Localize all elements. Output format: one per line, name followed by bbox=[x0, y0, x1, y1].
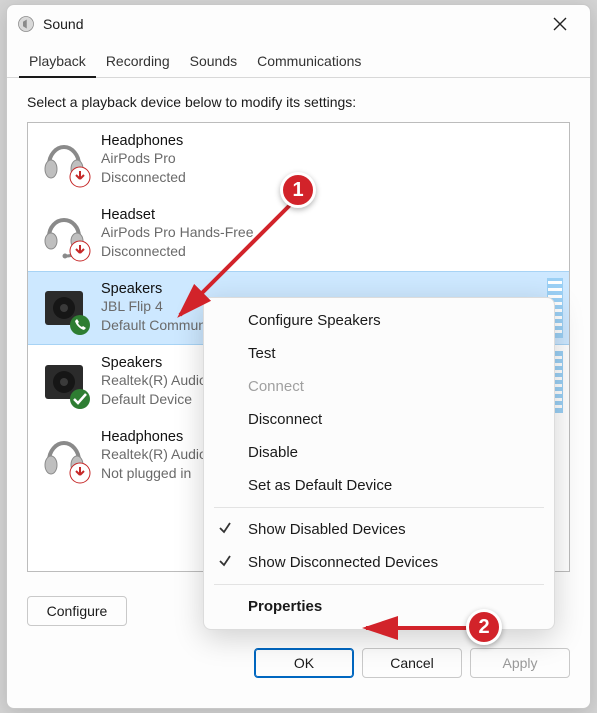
menu-separator bbox=[214, 507, 544, 508]
prompt-text: Select a playback device below to modify… bbox=[27, 94, 570, 110]
device-line2: Realtek(R) Audio bbox=[101, 371, 207, 390]
device-name: Headphones bbox=[101, 133, 186, 149]
menu-separator bbox=[214, 584, 544, 585]
context-menu: Configure Speakers Test Connect Disconne… bbox=[203, 297, 555, 630]
headset-icon bbox=[36, 207, 91, 262]
menu-label: Show Disabled Devices bbox=[248, 521, 406, 538]
titlebar: Sound bbox=[7, 5, 590, 43]
dialog-buttons: OK Cancel Apply bbox=[7, 630, 590, 692]
device-line3: Disconnected bbox=[101, 242, 254, 261]
annotation-badge-2: 2 bbox=[466, 609, 502, 645]
menu-configure-speakers[interactable]: Configure Speakers bbox=[204, 304, 554, 337]
status-phone-icon bbox=[69, 314, 91, 336]
status-down-icon bbox=[69, 462, 91, 484]
check-icon bbox=[218, 521, 232, 539]
menu-test[interactable]: Test bbox=[204, 337, 554, 370]
menu-label: Show Disconnected Devices bbox=[248, 554, 438, 571]
headphones-icon bbox=[36, 429, 91, 484]
menu-show-disconnected[interactable]: Show Disconnected Devices bbox=[204, 546, 554, 579]
device-name: Headphones bbox=[101, 429, 207, 445]
window-title: Sound bbox=[43, 16, 83, 32]
annotation-badge-1: 1 bbox=[280, 172, 316, 208]
status-down-icon bbox=[69, 166, 91, 188]
menu-properties[interactable]: Properties bbox=[204, 590, 554, 623]
tab-recording[interactable]: Recording bbox=[96, 47, 180, 77]
device-name: Speakers bbox=[101, 281, 247, 297]
configure-button[interactable]: Configure bbox=[27, 596, 127, 626]
device-name: Speakers bbox=[101, 355, 207, 371]
close-button[interactable] bbox=[540, 9, 580, 39]
menu-set-default-device[interactable]: Set as Default Device bbox=[204, 469, 554, 502]
menu-show-disabled[interactable]: Show Disabled Devices bbox=[204, 513, 554, 546]
device-line3: Not plugged in bbox=[101, 464, 207, 483]
tab-sounds[interactable]: Sounds bbox=[180, 47, 247, 77]
apply-button[interactable]: Apply bbox=[470, 648, 570, 678]
status-check-icon bbox=[69, 388, 91, 410]
device-line3: Default Device bbox=[101, 390, 207, 409]
device-name: Headset bbox=[101, 207, 254, 223]
status-down-icon bbox=[69, 240, 91, 262]
device-row[interactable]: Headset AirPods Pro Hands-Free Disconnec… bbox=[28, 197, 569, 271]
device-line2: AirPods Pro Hands-Free bbox=[101, 223, 254, 242]
check-icon bbox=[218, 554, 232, 572]
device-line2: AirPods Pro bbox=[101, 149, 186, 168]
ok-button[interactable]: OK bbox=[254, 648, 354, 678]
device-line3: Disconnected bbox=[101, 168, 186, 187]
headphones-icon bbox=[36, 133, 91, 188]
cancel-button[interactable]: Cancel bbox=[362, 648, 462, 678]
menu-disconnect[interactable]: Disconnect bbox=[204, 403, 554, 436]
menu-connect: Connect bbox=[204, 370, 554, 403]
speaker-icon bbox=[36, 355, 91, 410]
menu-disable[interactable]: Disable bbox=[204, 436, 554, 469]
device-line2: Realtek(R) Audio bbox=[101, 445, 207, 464]
tab-communications[interactable]: Communications bbox=[247, 47, 371, 77]
close-icon bbox=[553, 17, 567, 31]
tabstrip: Playback Recording Sounds Communications bbox=[7, 43, 590, 78]
sound-app-icon bbox=[17, 15, 35, 33]
tab-playback[interactable]: Playback bbox=[19, 47, 96, 77]
speaker-icon bbox=[36, 281, 91, 336]
